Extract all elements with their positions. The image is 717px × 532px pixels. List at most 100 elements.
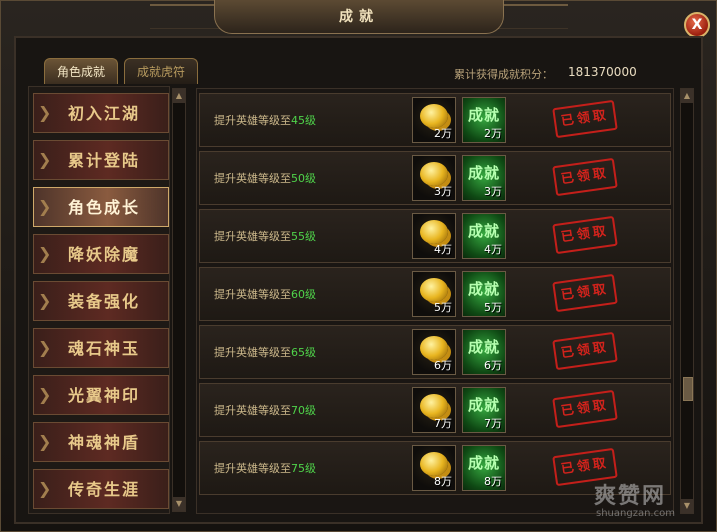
- achievement-point-icon: 成就: [467, 280, 500, 298]
- sidebar-item-8[interactable]: ❯ 传奇生涯: [33, 469, 169, 509]
- gold-reward-slot[interactable]: 8万: [412, 445, 456, 491]
- achievement-point-quantity: 7万: [484, 417, 502, 430]
- gold-reward-slot[interactable]: 2万: [412, 97, 456, 143]
- sidebar-item-5[interactable]: ❯ 魂石神玉: [33, 328, 169, 368]
- sidebar-scroll-up-icon[interactable]: ▲: [173, 89, 185, 103]
- tab-role-achievement[interactable]: 角色成就: [44, 58, 118, 84]
- gold-reward-slot[interactable]: 7万: [412, 387, 456, 433]
- claimed-stamp: 已领取: [552, 331, 618, 371]
- achievement-point-reward-slot[interactable]: 成就 4万: [462, 213, 506, 259]
- claimed-stamp: 已领取: [552, 273, 618, 313]
- chevron-right-icon: ❯: [38, 150, 52, 169]
- sidebar-scrollbar[interactable]: ▲ ▼: [172, 88, 186, 512]
- sidebar-item-2[interactable]: ❯ 角色成长: [33, 187, 169, 227]
- sidebar-item-label: 角色成长: [68, 198, 141, 217]
- chevron-right-icon: ❯: [38, 479, 52, 498]
- chevron-right-icon: ❯: [38, 432, 52, 451]
- achievement-point-icon: 成就: [467, 338, 500, 356]
- claimed-stamp: 已领取: [552, 389, 618, 429]
- description-prefix: 提升英雄等级至: [214, 404, 291, 417]
- watermark-logo: 爽赞网: [594, 484, 667, 509]
- description-prefix: 提升英雄等级至: [214, 114, 291, 127]
- chevron-right-icon: ❯: [38, 385, 52, 404]
- tab-achievement-tally[interactable]: 成就虎符: [124, 58, 198, 84]
- achievement-point-icon: 成就: [467, 106, 500, 124]
- watermark-url: shuangzan.com: [596, 508, 675, 519]
- claimed-stamp: 已领取: [552, 215, 618, 255]
- achievement-point-reward-slot[interactable]: 成就 8万: [462, 445, 506, 491]
- description-prefix: 提升英雄等级至: [214, 346, 291, 359]
- achievement-point-icon: 成就: [467, 164, 500, 182]
- achievement-point-icon: 成就: [467, 396, 500, 414]
- achievement-row: 提升英雄等级至55级 4万 成就 4万 已领取: [199, 209, 671, 263]
- achievement-list: 提升英雄等级至45级 2万 成就 2万 已领取 提升英雄等级至50级 3万 成就 3万 已领取 提升…: [196, 88, 674, 514]
- achievement-description: 提升英雄等级至70级: [214, 384, 316, 438]
- target-level: 60级: [291, 288, 316, 301]
- chevron-right-icon: ❯: [38, 338, 52, 357]
- gold-quantity: 4万: [434, 243, 452, 256]
- achievement-point-quantity: 4万: [484, 243, 502, 256]
- gold-reward-slot[interactable]: 3万: [412, 155, 456, 201]
- gold-quantity: 3万: [434, 185, 452, 198]
- description-prefix: 提升英雄等级至: [214, 230, 291, 243]
- target-level: 55级: [291, 230, 316, 243]
- target-level: 50级: [291, 172, 316, 185]
- achievement-point-reward-slot[interactable]: 成就 2万: [462, 97, 506, 143]
- sidebar-item-label: 初入江湖: [68, 104, 141, 123]
- category-sidebar: ❯ 初入江湖 ❯ 累计登陆 ❯ 角色成长 ❯ 降妖除魔 ❯ 装备强化 ❯ 魂石神玉 ❯ 光翼神印 ❯ 神魂神盾…: [28, 86, 170, 514]
- sidebar-item-label: 累计登陆: [68, 151, 141, 170]
- target-level: 65级: [291, 346, 316, 359]
- score-label: 累计获得成就积分：: [454, 68, 553, 81]
- window-title: 成就: [214, 0, 504, 34]
- achievement-point-reward-slot[interactable]: 成就 6万: [462, 329, 506, 375]
- achievement-point-quantity: 3万: [484, 185, 502, 198]
- achievement-description: 提升英雄等级至60级: [214, 268, 316, 322]
- gold-reward-slot[interactable]: 4万: [412, 213, 456, 259]
- achievement-point-reward-slot[interactable]: 成就 3万: [462, 155, 506, 201]
- gold-reward-slot[interactable]: 6万: [412, 329, 456, 375]
- sidebar-item-4[interactable]: ❯ 装备强化: [33, 281, 169, 321]
- achievement-description: 提升英雄等级至75级: [214, 442, 316, 496]
- claimed-stamp: 已领取: [552, 99, 618, 139]
- achievement-row: 提升英雄等级至65级 6万 成就 6万 已领取: [199, 325, 671, 379]
- achievement-row: 提升英雄等级至60级 5万 成就 5万 已领取: [199, 267, 671, 321]
- gold-reward-slot[interactable]: 5万: [412, 271, 456, 317]
- list-scroll-thumb[interactable]: [683, 377, 693, 401]
- description-prefix: 提升英雄等级至: [214, 288, 291, 301]
- sidebar-scroll-down-icon[interactable]: ▼: [173, 497, 185, 511]
- sidebar-item-1[interactable]: ❯ 累计登陆: [33, 140, 169, 180]
- achievement-description: 提升英雄等级至45级: [214, 94, 316, 148]
- gold-quantity: 6万: [434, 359, 452, 372]
- sidebar-item-label: 神魂神盾: [68, 433, 141, 452]
- achievement-point-quantity: 8万: [484, 475, 502, 488]
- sidebar-item-3[interactable]: ❯ 降妖除魔: [33, 234, 169, 274]
- sidebar-item-label: 光翼神印: [68, 386, 141, 405]
- achievement-description: 提升英雄等级至50级: [214, 152, 316, 206]
- achievement-description: 提升英雄等级至65级: [214, 326, 316, 380]
- achievement-row: 提升英雄等级至45级 2万 成就 2万 已领取: [199, 93, 671, 147]
- achievement-point-reward-slot[interactable]: 成就 7万: [462, 387, 506, 433]
- list-scroll-up-icon[interactable]: ▲: [681, 89, 693, 103]
- chevron-right-icon: ❯: [38, 197, 52, 216]
- target-level: 70级: [291, 404, 316, 417]
- description-prefix: 提升英雄等级至: [214, 462, 291, 475]
- achievement-point-quantity: 6万: [484, 359, 502, 372]
- list-scrollbar[interactable]: ▲ ▼: [680, 88, 694, 514]
- achievement-point-icon: 成就: [467, 222, 500, 240]
- score-value: 181370000: [568, 65, 637, 79]
- achievement-point-quantity: 2万: [484, 127, 502, 140]
- gold-quantity: 5万: [434, 301, 452, 314]
- gold-quantity: 8万: [434, 475, 452, 488]
- achievement-description: 提升英雄等级至55级: [214, 210, 316, 264]
- gold-quantity: 7万: [434, 417, 452, 430]
- title-ornament-left: [150, 4, 220, 29]
- sidebar-item-7[interactable]: ❯ 神魂神盾: [33, 422, 169, 462]
- achievement-point-reward-slot[interactable]: 成就 5万: [462, 271, 506, 317]
- chevron-right-icon: ❯: [38, 103, 52, 122]
- sidebar-item-6[interactable]: ❯ 光翼神印: [33, 375, 169, 415]
- target-level: 45级: [291, 114, 316, 127]
- chevron-right-icon: ❯: [38, 291, 52, 310]
- close-button[interactable]: X: [684, 12, 710, 38]
- sidebar-item-0[interactable]: ❯ 初入江湖: [33, 93, 169, 133]
- achievement-row: 提升英雄等级至70级 7万 成就 7万 已领取: [199, 383, 671, 437]
